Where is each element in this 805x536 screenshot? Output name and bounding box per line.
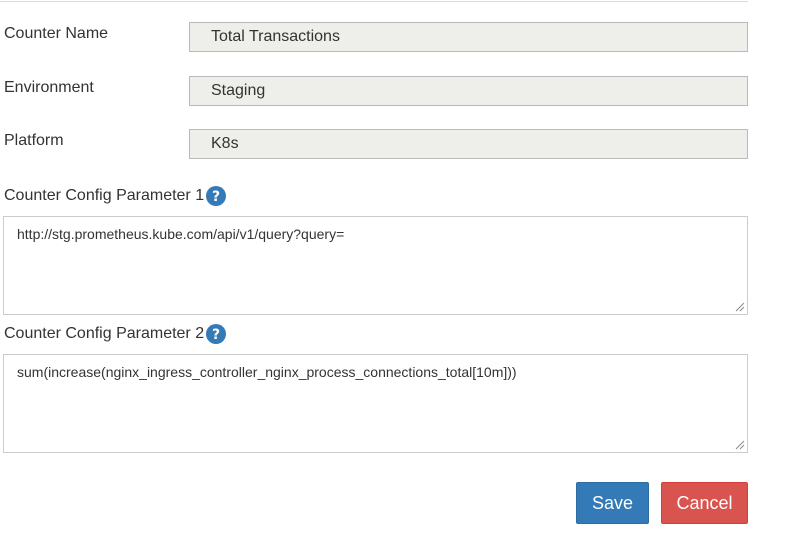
counter-form: Counter Name Total Transactions Environm… bbox=[0, 0, 805, 536]
environment-field[interactable]: Staging bbox=[189, 76, 748, 106]
counter-name-label: Counter Name bbox=[4, 25, 109, 42]
question-circle-icon[interactable]: ? bbox=[206, 324, 227, 344]
counter-name-field[interactable]: Total Transactions bbox=[189, 22, 748, 52]
svg-text:?: ? bbox=[212, 189, 220, 205]
resize-grip-icon[interactable] bbox=[735, 440, 745, 450]
resize-grip-icon[interactable] bbox=[735, 302, 745, 312]
environment-label: Environment bbox=[4, 79, 94, 96]
platform-field[interactable]: K8s bbox=[189, 129, 748, 159]
param2-label-row: Counter Config Parameter 2 ? bbox=[4, 323, 227, 345]
param2-label: Counter Config Parameter 2 bbox=[4, 325, 205, 342]
save-button[interactable]: Save bbox=[576, 482, 649, 524]
param1-label-row: Counter Config Parameter 1 ? bbox=[4, 185, 227, 207]
svg-text:?: ? bbox=[212, 327, 220, 343]
platform-label: Platform bbox=[4, 132, 64, 149]
param1-label: Counter Config Parameter 1 bbox=[4, 187, 205, 204]
cancel-button[interactable]: Cancel bbox=[661, 482, 748, 524]
param2-textarea[interactable] bbox=[3, 354, 748, 453]
question-circle-icon[interactable]: ? bbox=[206, 186, 227, 206]
top-divider bbox=[0, 1, 748, 2]
param1-textarea[interactable] bbox=[3, 216, 748, 315]
